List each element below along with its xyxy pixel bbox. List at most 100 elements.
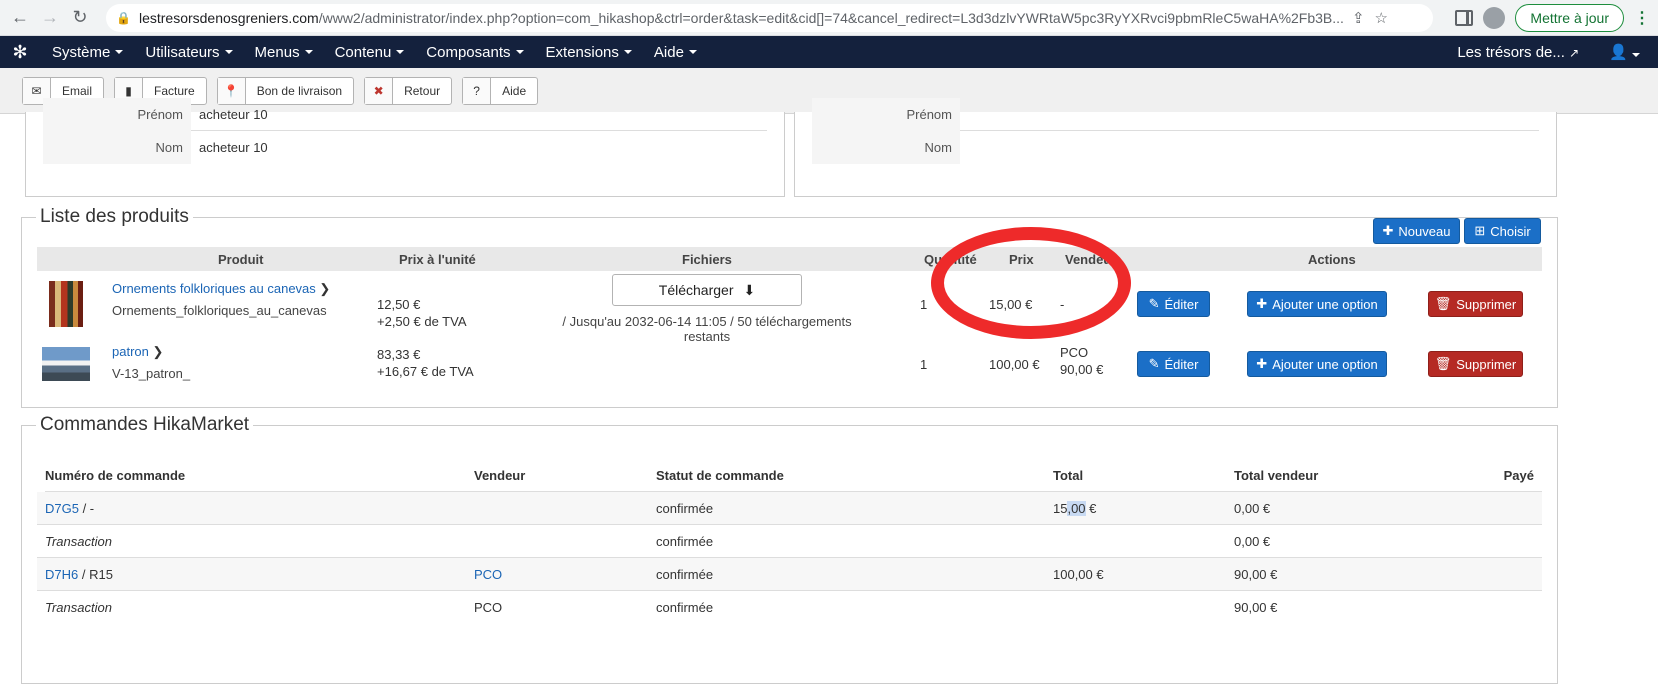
unit-price: 12,50 € bbox=[377, 297, 421, 312]
product-thumbnail[interactable] bbox=[42, 347, 90, 381]
caret-down-icon bbox=[1632, 53, 1640, 57]
menu-help[interactable]: Aide bbox=[642, 44, 707, 61]
transaction-label: Transaction bbox=[45, 600, 112, 615]
delete-product-button[interactable]: 🗑 Supprimer bbox=[1428, 291, 1523, 317]
header-price: Prix bbox=[1009, 251, 1034, 267]
product-vendor: - bbox=[1060, 296, 1065, 312]
product-thumbnail[interactable] bbox=[49, 281, 83, 327]
product-vendor-cell: PCO 90,00 € bbox=[1060, 344, 1103, 378]
lastname-value: acheteur 10 bbox=[199, 140, 268, 155]
menu-content[interactable]: Contenu bbox=[323, 44, 415, 61]
header-unit-price: Prix à l'unité bbox=[399, 251, 476, 267]
chevron-right-icon[interactable]: ❯ bbox=[319, 281, 330, 296]
admin-navbar: ✻ Système Utilisateurs Menus Contenu Com… bbox=[0, 36, 1658, 68]
header-quantity: Quantité bbox=[924, 251, 977, 267]
download-icon: ⬇ bbox=[743, 281, 756, 298]
bookmark-star-icon[interactable]: ☆ bbox=[1375, 9, 1388, 27]
menu-components[interactable]: Composants bbox=[414, 44, 533, 61]
url-host: lestresorsdenosgreniers.com bbox=[138, 9, 319, 26]
url-path: /www2/administrator/index.php?option=com… bbox=[318, 9, 1344, 26]
page-content: Prénom acheteur 10 Nom acheteur 10 Préno… bbox=[0, 98, 1658, 686]
firstname-value bbox=[960, 98, 1539, 131]
download-button[interactable]: Télécharger ⬇ bbox=[611, 274, 803, 306]
unit-price-cell: 12,50 € +2,50 € de TVA bbox=[377, 296, 467, 330]
product-price: 100,00 € bbox=[989, 356, 1040, 372]
share-icon[interactable]: ⇪ bbox=[1352, 9, 1365, 27]
plus-icon: ✚ bbox=[1256, 296, 1268, 311]
update-button[interactable]: Mettre à jour bbox=[1515, 3, 1624, 32]
product-link[interactable]: Ornements folkloriques au canevas bbox=[112, 281, 316, 296]
product-row-2: patron ❯ V-13_patron_ 83,33 € +16,67 € d… bbox=[37, 334, 1542, 394]
market-row: Transaction confirmée 0,00 € bbox=[37, 525, 1542, 558]
caret-down-icon bbox=[688, 50, 697, 54]
delete-product-button[interactable]: 🗑 Supprimer bbox=[1428, 351, 1523, 377]
lastname-value bbox=[960, 131, 1539, 164]
product-price: 15,00 € bbox=[989, 296, 1033, 312]
product-quantity: 1 bbox=[920, 296, 928, 312]
trash-icon: 🗑 bbox=[1434, 356, 1452, 371]
edit-product-button[interactable]: ✎ Éditer bbox=[1137, 291, 1210, 317]
order-status: confirmée bbox=[656, 500, 714, 516]
menu-system[interactable]: Système bbox=[40, 44, 133, 61]
menu-extensions[interactable]: Extensions bbox=[534, 44, 642, 61]
new-product-button[interactable]: ✚ Nouveau bbox=[1373, 218, 1460, 244]
unit-tax: +16,67 € de TVA bbox=[377, 364, 474, 379]
product-vendor: PCO bbox=[1060, 345, 1089, 360]
order-status: confirmée bbox=[656, 533, 714, 549]
header-actions: Actions bbox=[1308, 251, 1356, 267]
side-panel-icon[interactable] bbox=[1455, 9, 1474, 26]
profile-avatar[interactable] bbox=[1483, 6, 1506, 29]
edit-product-button[interactable]: ✎ Éditer bbox=[1137, 351, 1210, 377]
pencil-icon: ✎ bbox=[1148, 296, 1160, 311]
unit-price-cell: 83,33 € +16,67 € de TVA bbox=[377, 346, 474, 380]
menu-users[interactable]: Utilisateurs bbox=[133, 44, 242, 61]
transaction-label: Transaction bbox=[45, 533, 112, 549]
back-icon[interactable]: ← bbox=[8, 6, 32, 30]
browser-toolbar: ← → ↻ 🔒 lestresorsdenosgreniers.com /www… bbox=[0, 0, 1658, 36]
market-row: D7G5 / - confirmée 15,00 € 0,00 € bbox=[37, 492, 1542, 525]
caret-down-icon bbox=[304, 50, 313, 54]
firstname-label: Prénom bbox=[812, 98, 960, 131]
lastname-label: Nom bbox=[812, 131, 960, 164]
caret-down-icon bbox=[224, 50, 233, 54]
plus-icon: ✚ bbox=[1382, 223, 1394, 238]
caret-down-icon bbox=[623, 50, 632, 54]
header-vendor-total: Total vendeur bbox=[1234, 468, 1319, 483]
order-link[interactable]: D7G5 bbox=[45, 501, 79, 516]
order-total: 100,00 € bbox=[1053, 566, 1104, 582]
add-option-button[interactable]: ✚ Ajouter une option bbox=[1247, 291, 1387, 317]
order-status: confirmée bbox=[656, 600, 714, 615]
reload-icon[interactable]: ↻ bbox=[68, 6, 92, 30]
firstname-label: Prénom bbox=[43, 98, 191, 131]
address-bar[interactable]: 🔒 lestresorsdenosgreniers.com /www2/admi… bbox=[106, 3, 1434, 32]
vendor-link[interactable]: PCO bbox=[474, 567, 502, 582]
choose-product-button[interactable]: ⊞ Choisir bbox=[1464, 218, 1541, 244]
user-menu-icon[interactable]: 👤 bbox=[1609, 43, 1640, 61]
menu-menus[interactable]: Menus bbox=[243, 44, 323, 61]
product-code: V-13_patron_ bbox=[112, 366, 191, 381]
header-total: Total bbox=[1053, 468, 1084, 483]
forward-icon[interactable]: → bbox=[38, 6, 62, 30]
plus-square-icon: ⊞ bbox=[1474, 223, 1486, 238]
add-option-button[interactable]: ✚ Ajouter une option bbox=[1247, 351, 1387, 377]
selected-text: ,00 bbox=[1067, 500, 1086, 516]
firstname-row: Prénom bbox=[812, 98, 1539, 131]
vendor-total: 90,00 € bbox=[1234, 600, 1278, 615]
market-row: D7H6 / R15 PCO confirmée 100,00 € 90,00 … bbox=[37, 558, 1542, 591]
plus-icon: ✚ bbox=[1256, 356, 1268, 371]
joomla-logo-icon[interactable]: ✻ bbox=[0, 42, 40, 63]
product-code: Ornements_folkloriques_au_canevas bbox=[112, 303, 327, 318]
site-link[interactable]: Les trésors de... ↗ bbox=[1457, 44, 1579, 61]
header-order-number: Numéro de commande bbox=[45, 468, 186, 483]
unit-tax: +2,50 € de TVA bbox=[377, 314, 467, 329]
order-link[interactable]: D7H6 bbox=[45, 567, 78, 582]
shipping-address-panel: Prénom Nom bbox=[794, 98, 1557, 197]
pencil-icon: ✎ bbox=[1148, 356, 1160, 371]
browser-menu-icon[interactable]: ⋮ bbox=[1634, 8, 1650, 28]
product-link[interactable]: patron bbox=[112, 344, 149, 359]
chevron-right-icon[interactable]: ❯ bbox=[153, 344, 164, 359]
vendor-total: 0,00 € bbox=[1234, 533, 1271, 549]
caret-down-icon bbox=[396, 50, 405, 54]
external-link-icon: ↗ bbox=[1569, 45, 1580, 60]
header-vendor: Vendeur bbox=[1065, 251, 1117, 267]
